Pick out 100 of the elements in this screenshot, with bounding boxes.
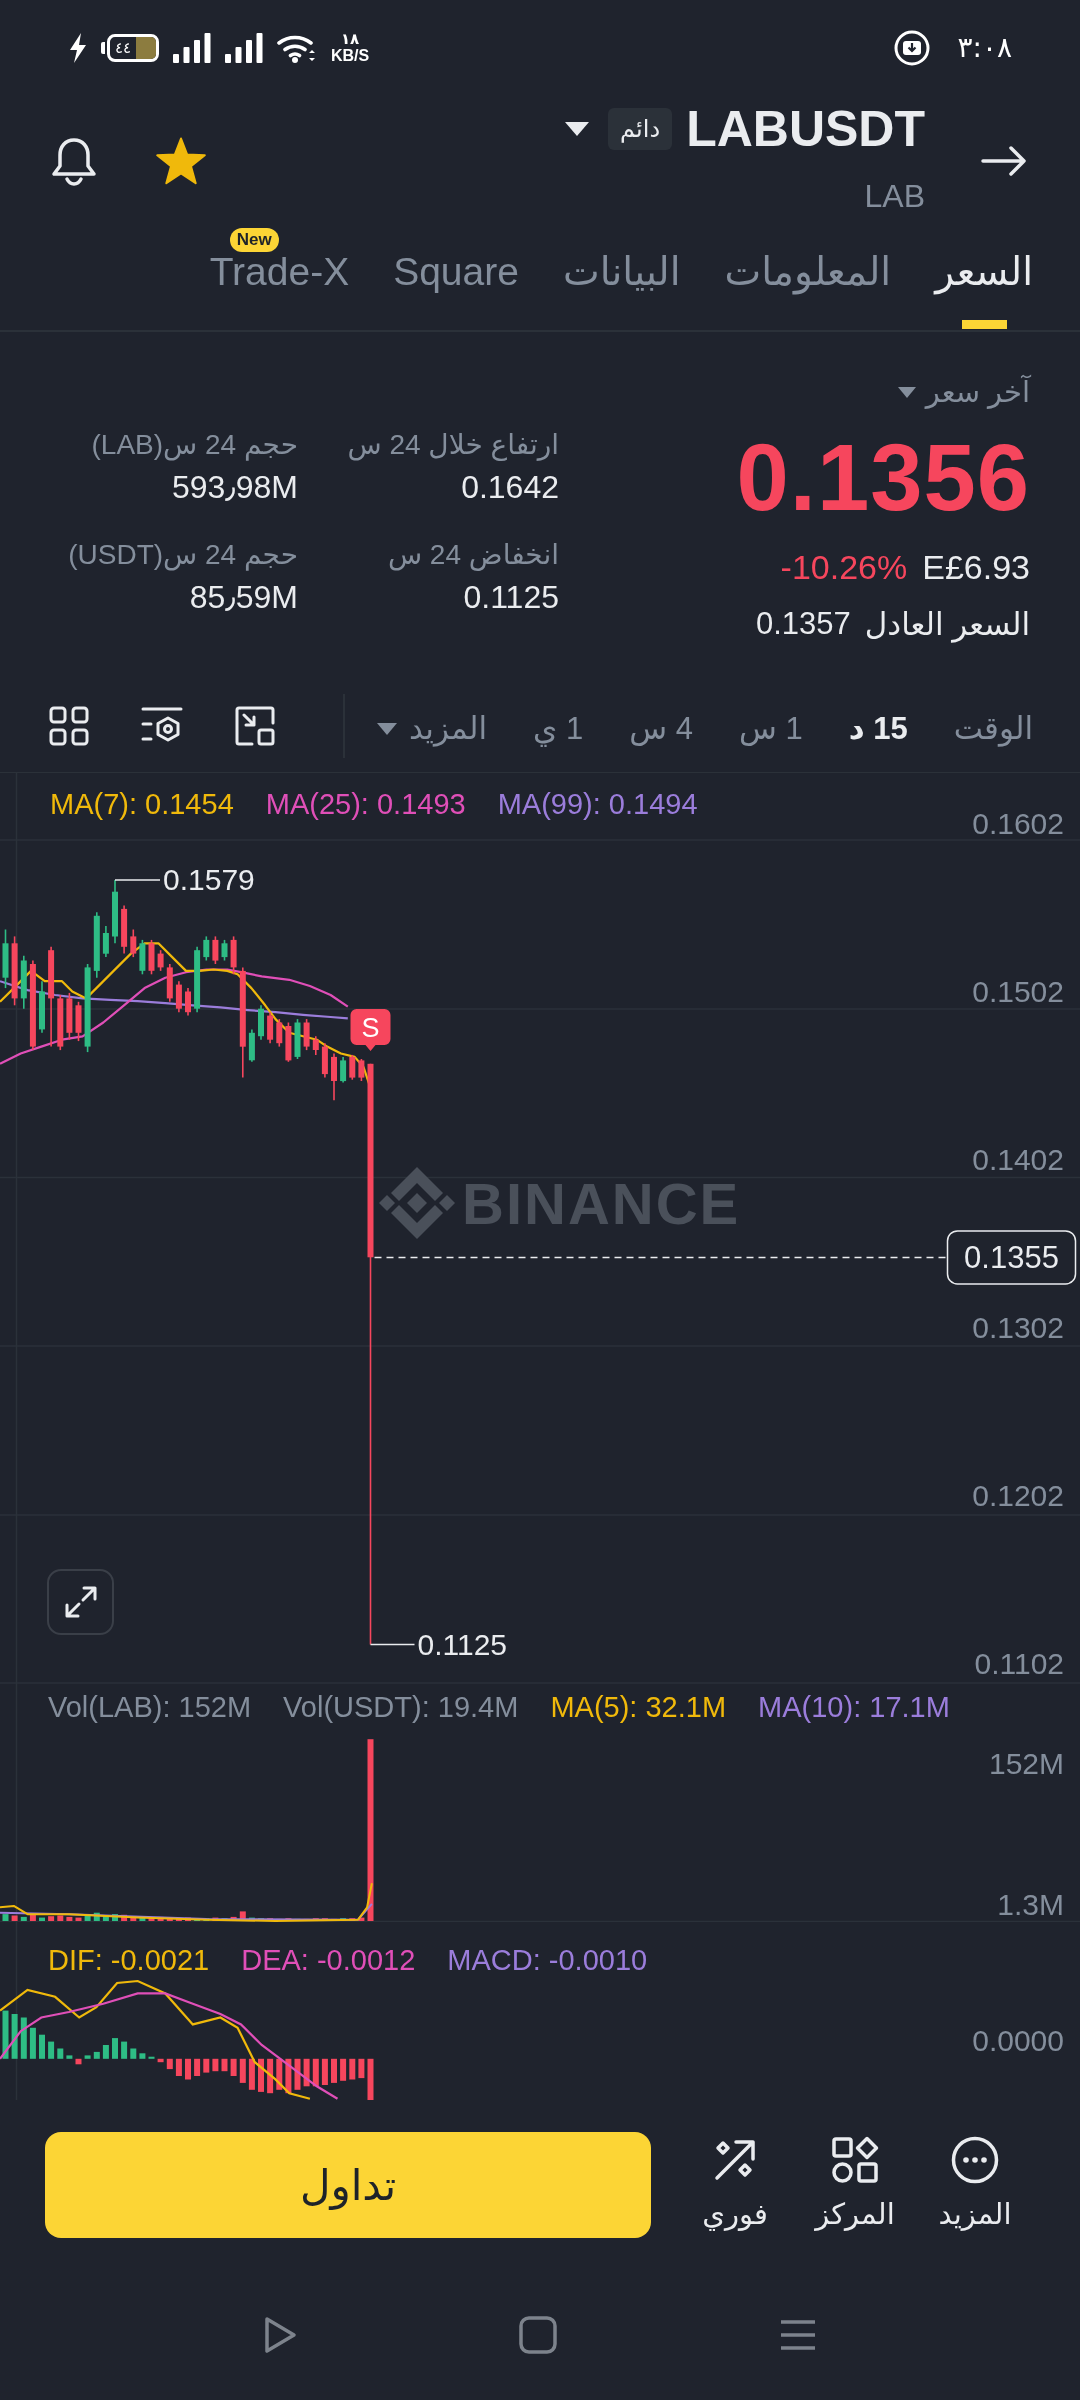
fair-price-label: السعر العادل xyxy=(864,605,1030,643)
macd-bar xyxy=(258,2058,264,2092)
candle xyxy=(166,963,173,1003)
volume-bar xyxy=(175,1918,182,1921)
volume-bar xyxy=(194,1918,201,1921)
candle xyxy=(303,1018,310,1051)
macd-bar xyxy=(267,2058,274,2094)
stat-label: ارتفاع خلال 24 س xyxy=(347,428,559,463)
volume-bar xyxy=(29,1914,36,1921)
price-axis-label: 0.1602 xyxy=(972,806,1064,840)
tab[interactable]: البيانات xyxy=(562,226,681,329)
network-speed-unit: KB/S xyxy=(331,47,370,65)
candle xyxy=(358,1058,365,1082)
volume-bar xyxy=(75,1917,82,1921)
tab[interactable]: Square xyxy=(393,226,519,329)
macd-bar xyxy=(312,2058,319,2087)
volume-axis-label: 1.3M xyxy=(997,1887,1064,1921)
interval-option[interactable]: الوقت xyxy=(953,709,1033,749)
stat-label: حجم 24 س(USDT) xyxy=(68,538,298,573)
volume-bar xyxy=(166,1917,173,1921)
stat-label: حجم 24 س(LAB) xyxy=(91,428,298,463)
menu-icon[interactable] xyxy=(779,2319,817,2351)
macd-bar xyxy=(185,2058,191,2080)
tab[interactable]: السعر xyxy=(935,226,1033,329)
price-axis-label: 0.1202 xyxy=(972,1478,1064,1512)
volume-bar xyxy=(340,1918,347,1921)
triangle-icon[interactable] xyxy=(263,2316,297,2354)
interval-option[interactable]: 15 د xyxy=(848,709,908,749)
last-price: 0.1356 xyxy=(736,428,1030,528)
macd-bar xyxy=(194,2058,201,2076)
interval-option[interactable]: 4 س xyxy=(629,709,693,749)
macd-bar xyxy=(367,2058,374,2100)
stat-value: 0.1125 xyxy=(463,578,559,617)
macd-bar xyxy=(121,2041,128,2059)
caret-icon[interactable] xyxy=(565,122,590,136)
macd-bar xyxy=(331,2058,337,2083)
positions-button[interactable]: المركز xyxy=(800,2136,910,2234)
signal-icon xyxy=(225,33,263,63)
macd-bar xyxy=(340,2058,347,2081)
macd-bar xyxy=(57,2048,64,2059)
interval-option[interactable]: 1 ي xyxy=(533,709,584,749)
battery-percent-text: ٤٤ xyxy=(113,38,133,58)
candle xyxy=(39,980,45,1034)
fiat-price: E£6.93 xyxy=(922,547,1030,587)
stat-value: 593٫98M xyxy=(171,468,298,507)
macd-bar xyxy=(358,2058,365,2079)
indicator-legend-text: MA(7): 0.1454 xyxy=(50,787,234,821)
convert-button[interactable]: فوري xyxy=(680,2136,790,2234)
macd-legend-text: MACD: -0.0010 xyxy=(447,1943,648,1977)
more-icon xyxy=(951,2136,999,2184)
candle xyxy=(20,954,27,1010)
volume-bar xyxy=(93,1912,100,1921)
stat-value: 85٫59M xyxy=(189,578,298,617)
candle xyxy=(349,1054,356,1081)
grid-icon[interactable] xyxy=(49,706,89,746)
macd-bar xyxy=(148,2056,155,2059)
candle xyxy=(102,925,109,958)
candle xyxy=(139,939,146,976)
macd-bar xyxy=(48,2041,55,2059)
more-button[interactable]: المزيد xyxy=(920,2136,1030,2234)
candle xyxy=(276,1018,283,1048)
tab[interactable]: New Trade-X xyxy=(209,226,350,329)
tab[interactable]: المعلومات xyxy=(724,226,892,329)
shapes-grid-icon xyxy=(831,2136,879,2184)
macd-bar xyxy=(29,2027,36,2059)
macd-bar xyxy=(276,2058,283,2090)
expand-icon xyxy=(63,1585,98,1619)
candle xyxy=(203,935,210,962)
macd-bar xyxy=(139,2053,146,2059)
more-dropdown[interactable]: المزيد xyxy=(377,709,488,749)
pair-symbol[interactable]: LABUSDT xyxy=(686,99,925,159)
candle xyxy=(340,1056,347,1084)
expand-button[interactable] xyxy=(47,1569,114,1635)
volume-bar xyxy=(102,1915,109,1921)
macd-axis-label: 0.0000 xyxy=(972,2023,1064,2057)
macd-bar xyxy=(166,2058,173,2070)
interval-option[interactable]: 1 س xyxy=(738,709,803,749)
volume-bar xyxy=(66,1916,73,1921)
macd-bar xyxy=(230,2058,237,2076)
trade-button[interactable]: تداول xyxy=(45,2132,651,2238)
candle xyxy=(212,935,219,965)
fair-price-value: 0.1357 xyxy=(756,606,851,642)
star-icon[interactable] xyxy=(155,137,207,185)
candle xyxy=(248,1028,255,1063)
indicator-legend-text: MA(99): 0.1494 xyxy=(497,787,698,821)
low-price-label: 0.1125 xyxy=(417,1627,508,1661)
last-price-label[interactable]: آخر سعر xyxy=(925,375,1030,409)
volume-legend-text: Vol(USDT): 19.4M xyxy=(283,1690,519,1724)
caret-icon xyxy=(377,723,398,735)
volume-bar xyxy=(11,1915,18,1921)
bell-icon[interactable] xyxy=(50,135,98,187)
macd-bar xyxy=(11,2014,18,2059)
macd-bar xyxy=(20,2017,27,2059)
square-icon[interactable] xyxy=(519,2316,557,2354)
wifi-icon xyxy=(277,33,317,63)
volume-bar xyxy=(130,1916,137,1921)
volume-legend-text: MA(10): 17.1M xyxy=(758,1690,950,1724)
arrow-right-icon[interactable] xyxy=(980,145,1028,177)
macd-bar xyxy=(175,2058,182,2076)
resize-window-icon[interactable] xyxy=(235,706,275,746)
